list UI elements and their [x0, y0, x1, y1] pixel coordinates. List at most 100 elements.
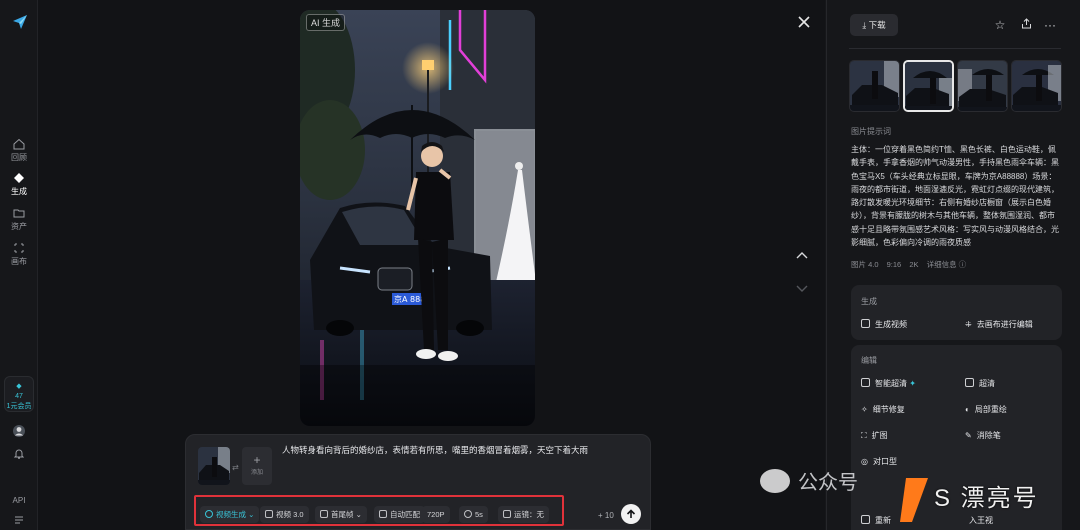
- variant-thumbnail[interactable]: [957, 60, 1008, 112]
- ratio-select[interactable]: 自动匹配: [374, 506, 425, 523]
- edit-in-canvas-button[interactable]: ⁜ 去画布进行编辑: [965, 319, 1033, 330]
- local-redraw-button[interactable]: ◐ 局部重绘: [965, 404, 1007, 415]
- credit-badge[interactable]: ◆ 47 1元会员: [4, 376, 34, 412]
- resolution-label: 720P: [427, 510, 445, 519]
- credit-value: 47: [15, 393, 23, 400]
- watermark-brand-text: S 漂亮号: [934, 485, 1039, 512]
- svg-text:京A 888: 京A 888: [394, 294, 425, 304]
- avatar[interactable]: [0, 424, 38, 440]
- api-link[interactable]: API: [0, 496, 38, 505]
- local-redraw-label: 局部重绘: [974, 405, 1007, 414]
- eraser-button[interactable]: ✎ 消除笔: [965, 430, 1001, 441]
- share-icon[interactable]: [1019, 18, 1033, 32]
- notification-button[interactable]: [0, 448, 38, 461]
- nav-item-review[interactable]: 回顾: [2, 138, 36, 163]
- ratio-icon: [379, 510, 387, 518]
- variant-thumbnail[interactable]: [849, 60, 900, 112]
- generate-card-title: 生成: [861, 297, 877, 306]
- frame-icon: [320, 510, 328, 518]
- send-button[interactable]: [621, 504, 641, 524]
- lip-sync-button[interactable]: ◎ 对口型: [861, 456, 897, 467]
- hd-icon: [861, 378, 870, 387]
- watermark-brand: S 漂亮号: [898, 470, 1078, 530]
- generated-image[interactable]: 京A 888 AI 生成: [300, 10, 535, 426]
- avatar-icon: [13, 425, 25, 437]
- next-button[interactable]: [794, 280, 810, 296]
- image-prompt-description: 主体：一位穿着黑色简约T恤、黑色长裤、白色运动鞋，佩戴手表，手拿香烟的帅气动漫男…: [851, 145, 1059, 248]
- camera-motion-select[interactable]: 运镜：无: [498, 506, 549, 523]
- nav-label: 生成: [11, 187, 27, 196]
- reference-image-thumbnail[interactable]: [198, 447, 230, 485]
- eraser-icon: ✎: [965, 431, 972, 440]
- regenerate-button[interactable]: 重新: [861, 515, 891, 526]
- previous-button[interactable]: [794, 246, 810, 262]
- smart-hd-button[interactable]: 智能超清 ✦: [861, 378, 916, 389]
- home-icon: [13, 138, 25, 150]
- nav-item-generate[interactable]: 生成: [2, 172, 36, 197]
- detail-fix-button[interactable]: ✧ 细节修复: [861, 404, 905, 415]
- left-nav: 回顾 生成 资产 画布 ◆ 47 1元会员 API: [0, 0, 38, 530]
- ratio-label: 自动匹配: [390, 510, 420, 519]
- generate-card: 生成 生成视频 ⁜ 去画布进行编辑: [851, 285, 1062, 340]
- regenerate-label: 重新: [875, 516, 891, 525]
- star-icon[interactable]: ☆: [993, 18, 1007, 32]
- edit-card-title: 编辑: [861, 356, 877, 365]
- resolution-select[interactable]: 720P: [422, 506, 450, 523]
- chevron-down-icon: ⌄: [248, 510, 255, 519]
- nav-item-assets[interactable]: 资产: [2, 207, 36, 232]
- download-label: 下载: [868, 20, 886, 30]
- diamond-small-icon: ◆: [16, 383, 22, 390]
- download-button[interactable]: ⤓ 下载: [850, 14, 898, 36]
- chevron-down-icon: [796, 285, 808, 292]
- variant-thumbnails: [849, 60, 1063, 112]
- folder-icon: [13, 209, 25, 218]
- frame-select[interactable]: 首尾帧 ⌄: [315, 506, 367, 523]
- edit-in-canvas-label: 去画布进行编辑: [976, 320, 1033, 329]
- model-label: 视频 3.0: [276, 510, 304, 519]
- close-icon: [798, 16, 810, 28]
- diamond-icon: [14, 173, 24, 183]
- variant-thumbnail[interactable]: [1011, 60, 1062, 112]
- duration-select[interactable]: 5s: [459, 506, 488, 523]
- lip-sync-label: 对口型: [872, 457, 897, 466]
- generate-video-label: 生成视频: [875, 320, 907, 329]
- model-select[interactable]: 视频 3.0: [260, 506, 309, 523]
- plus-icon: +: [253, 453, 261, 467]
- prompt-panel: ⇄ + 添加 人物转身看向背后的婚纱店，表情若有所思，嘴里的香烟冒着烟雾，天空下…: [185, 434, 651, 530]
- watermark: 公众号: [760, 466, 858, 495]
- chevron-down-icon: ⌄: [355, 510, 362, 519]
- clock-icon: [464, 510, 472, 518]
- play-icon: [861, 319, 870, 328]
- add-end-frame-button[interactable]: + 添加: [242, 447, 272, 485]
- chevron-up-icon: [796, 252, 808, 259]
- canvas-icon: [14, 243, 24, 253]
- prompt-input[interactable]: 人物转身看向背后的婚纱店，表情若有所思，嘴里的香烟冒着烟雾，天空下着大雨: [282, 444, 642, 456]
- meta-details-link[interactable]: 详细信息 ⓘ: [927, 260, 967, 269]
- mode-select[interactable]: 视频生成 ⌄: [200, 506, 260, 523]
- nav-label: 画布: [11, 257, 27, 266]
- close-button[interactable]: [796, 16, 812, 32]
- camera-icon: [503, 510, 511, 518]
- expand-button[interactable]: ⛶ 扩图: [861, 430, 888, 441]
- credit-label: 1元会员: [6, 403, 32, 410]
- more-icon[interactable]: ···: [1043, 18, 1057, 32]
- app-logo-icon[interactable]: [12, 14, 28, 30]
- hd-button[interactable]: 超清: [965, 378, 995, 389]
- mode-label: 视频生成: [216, 510, 246, 519]
- canvas-icon: ⁜: [965, 320, 972, 329]
- menu-icon[interactable]: [0, 516, 38, 526]
- lip-sync-icon: ◎: [861, 457, 868, 466]
- bell-icon: [13, 449, 25, 459]
- generate-video-button[interactable]: 生成视频: [861, 319, 907, 330]
- expand-icon: ⛶: [861, 431, 867, 440]
- video-mode-icon: [205, 510, 213, 518]
- nav-item-canvas[interactable]: 画布: [2, 242, 36, 267]
- meta-resolution: 2K: [909, 260, 919, 269]
- arrow-up-icon: [626, 509, 636, 518]
- generation-options-toolbar: 视频生成 ⌄ 视频 3.0 首尾帧 ⌄ 自动匹配 720P 5s 运镜：无: [194, 495, 564, 526]
- model-icon: [265, 510, 273, 518]
- image-meta: 图片 4.0 9:16 2K 详细信息 ⓘ: [851, 259, 972, 270]
- variant-thumbnail-selected[interactable]: [903, 60, 954, 112]
- swap-icon[interactable]: ⇄: [232, 463, 239, 472]
- credit-cost: + 10: [598, 511, 614, 520]
